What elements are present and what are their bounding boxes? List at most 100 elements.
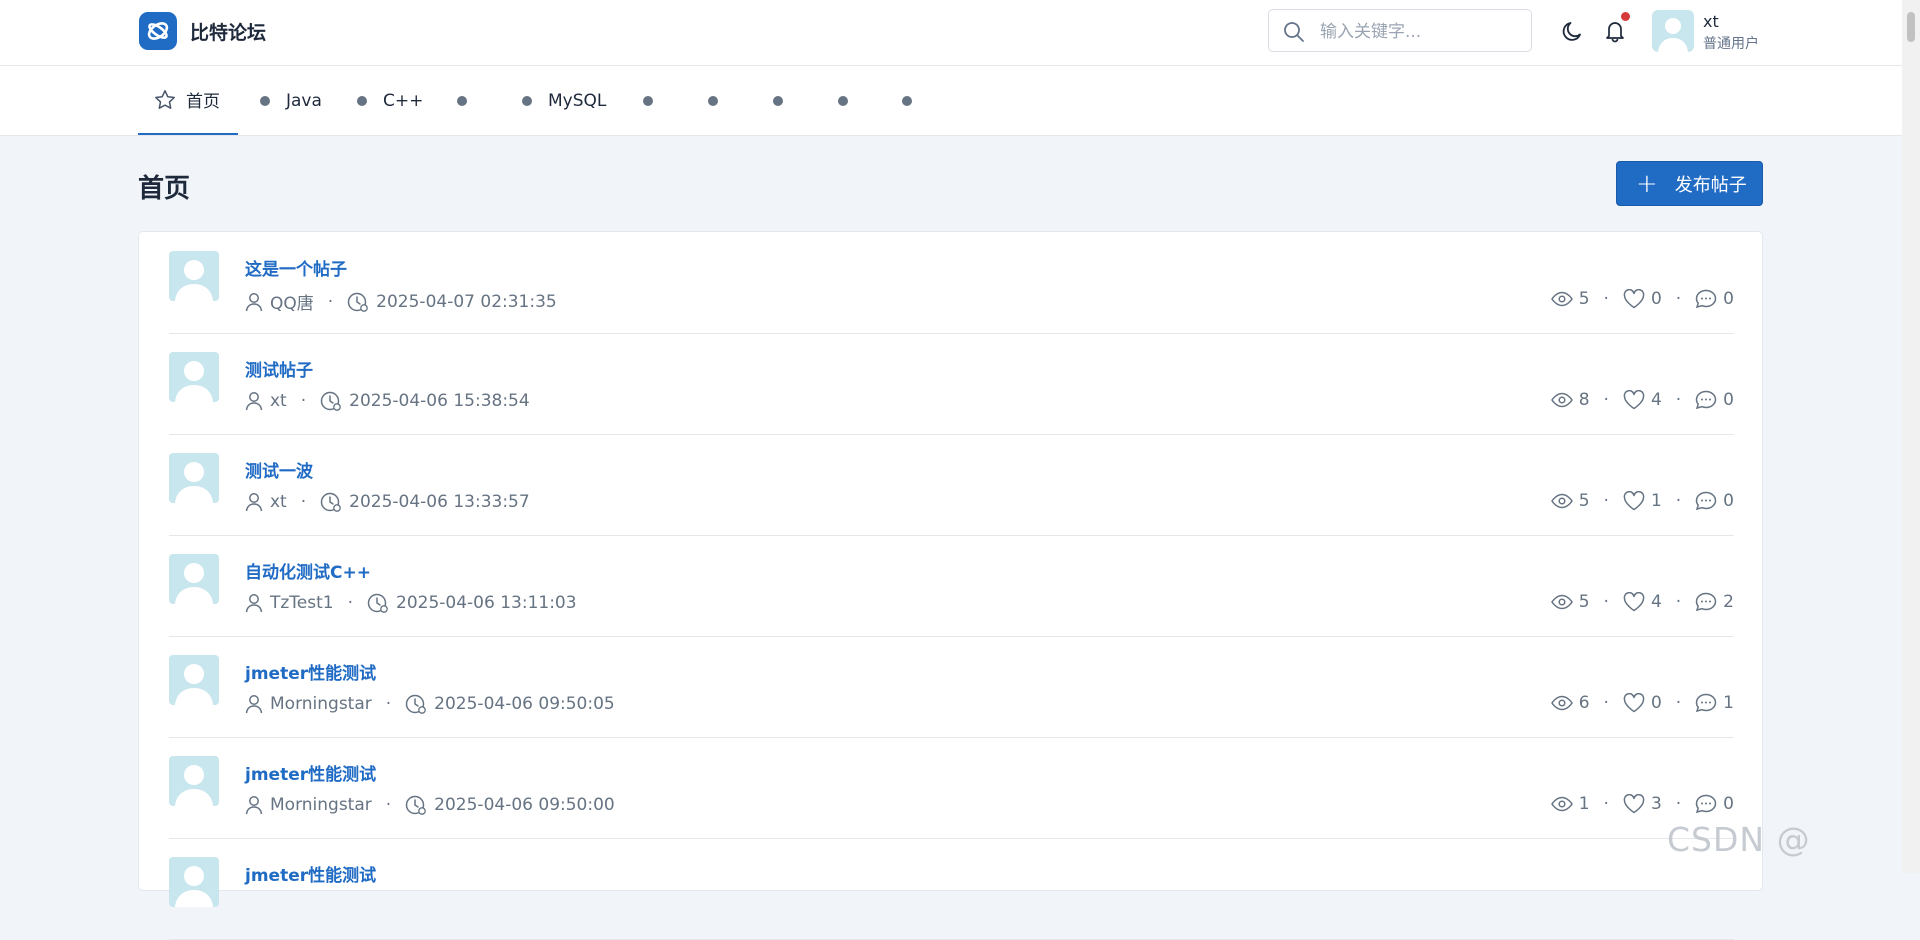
separator: ·: [300, 492, 307, 512]
nav-item-home[interactable]: 首页: [138, 66, 238, 135]
post-time: 2025-04-06 09:50:00: [434, 795, 615, 815]
avatar[interactable]: [169, 251, 219, 301]
user-icon: [245, 796, 263, 815]
dot-icon: [260, 95, 270, 106]
separator: ·: [1603, 693, 1609, 713]
post-row[interactable]: 自动化测试C++ TzTest1 · 2025-04-06 13:11:03 5 · 4 · 2: [169, 535, 1734, 637]
separator: ·: [1675, 491, 1682, 511]
view-count: 1: [1578, 794, 1590, 814]
scrollbar[interactable]: [1902, 0, 1920, 873]
user-name[interactable]: xt: [1703, 12, 1719, 31]
post-row[interactable]: 测试帖子 xt · 2025-04-06 15:38:54 8 · 4 · 0: [169, 333, 1734, 435]
heart-icon: [1623, 592, 1645, 612]
user-icon: [245, 392, 263, 411]
bell-icon[interactable]: [1602, 18, 1628, 44]
like-count: 0: [1650, 289, 1662, 309]
post-author[interactable]: Morningstar: [270, 694, 372, 714]
like-count: 1: [1650, 491, 1662, 511]
nav-item-blank-4[interactable]: [773, 66, 799, 135]
separator: ·: [347, 593, 354, 613]
heart-icon: [1623, 794, 1645, 814]
post-stats: 5 · 0 · 0: [1550, 289, 1734, 309]
nav-item-blank-6[interactable]: [902, 66, 928, 135]
comment-icon: [1695, 390, 1717, 410]
user-icon: [245, 292, 263, 311]
comment-icon: [1695, 289, 1717, 309]
post-row[interactable]: jmeter性能测试 Morningstar · 2025-04-06 09:50:0…: [169, 737, 1734, 839]
comment-icon: [1695, 491, 1717, 511]
like-count: 4: [1650, 390, 1662, 410]
post-author[interactable]: QQ唐: [270, 289, 314, 314]
plus-icon: +: [1636, 168, 1658, 199]
post-author[interactable]: TzTest1: [270, 593, 334, 613]
clock-icon: [367, 593, 388, 613]
dot-icon: [643, 95, 653, 106]
nav-item-blank-3[interactable]: [708, 66, 734, 135]
nav-item-blank-2[interactable]: [643, 66, 669, 135]
post-author[interactable]: xt: [270, 492, 287, 512]
post-title[interactable]: 测试帖子: [245, 356, 313, 381]
watermark: CSDN @: [1667, 820, 1811, 859]
post-row[interactable]: jmeter性能测试 Morningstar · 2025-04-06 09:50:0…: [169, 636, 1734, 738]
post-row[interactable]: jmeter性能测试···: [169, 838, 1734, 940]
post-stats: 6 · 0 · 1: [1550, 693, 1734, 713]
post-stats: 8 · 4 · 0: [1550, 390, 1734, 410]
logo-icon[interactable]: [139, 12, 177, 50]
comment-count: 0: [1723, 390, 1734, 410]
post-meta: xt · 2025-04-06 13:33:57: [245, 491, 530, 513]
nav-item-mysql[interactable]: MySQL: [522, 66, 606, 135]
clock-icon: [320, 492, 341, 512]
avatar[interactable]: [169, 554, 219, 604]
post-title[interactable]: 自动化测试C++: [245, 558, 371, 583]
post-author[interactable]: Morningstar: [270, 795, 372, 815]
page-title: 首页: [138, 174, 191, 204]
moon-icon[interactable]: [1560, 18, 1586, 44]
avatar[interactable]: [169, 655, 219, 705]
post-time: 2025-04-06 13:11:03: [396, 593, 577, 613]
comment-count: 0: [1723, 491, 1734, 511]
post-title[interactable]: 测试一波: [245, 457, 313, 482]
notification-badge: [1621, 12, 1630, 21]
avatar[interactable]: [169, 352, 219, 402]
post-author[interactable]: xt: [270, 391, 287, 411]
comment-count: 2: [1723, 592, 1734, 612]
post-meta: Morningstar · 2025-04-06 09:50:00: [245, 794, 615, 816]
post-title[interactable]: 这是一个帖子: [245, 255, 347, 280]
like-count: 0: [1650, 693, 1662, 713]
separator: ·: [1603, 289, 1609, 309]
comment-count: 0: [1723, 794, 1734, 814]
nav-item-java[interactable]: Java: [260, 66, 322, 135]
separator: ·: [385, 795, 392, 815]
user-icon: [245, 695, 263, 714]
avatar[interactable]: [169, 756, 219, 806]
separator: ·: [327, 291, 334, 312]
brand-name[interactable]: 比特论坛: [190, 18, 266, 45]
post-title[interactable]: jmeter性能测试: [245, 760, 376, 785]
nav-home-label: 首页: [186, 92, 220, 112]
view-count: 5: [1578, 592, 1590, 612]
nav-item-blank-1[interactable]: [457, 66, 483, 135]
post-row[interactable]: 这是一个帖子 QQ唐 · 2025-04-07 02:31:35 5 · 0 · 0: [169, 232, 1734, 334]
user-role: 普通用户: [1703, 36, 1759, 52]
scrollbar-thumb[interactable]: [1907, 12, 1915, 42]
avatar[interactable]: [169, 453, 219, 503]
like-count: 4: [1650, 592, 1662, 612]
category-nav: 首页 Java C++ MySQL: [0, 66, 1902, 136]
search-input[interactable]: [1318, 19, 1522, 45]
post-stats: 5 · 4 · 2: [1550, 592, 1734, 612]
eye-icon: [1550, 796, 1573, 812]
heart-icon: [1623, 289, 1645, 309]
view-count: 8: [1578, 390, 1590, 410]
avatar[interactable]: [169, 857, 219, 907]
clock-icon: [320, 391, 341, 411]
post-title[interactable]: jmeter性能测试: [245, 861, 376, 886]
post-title[interactable]: jmeter性能测试: [245, 659, 376, 684]
avatar[interactable]: [1652, 10, 1694, 52]
eye-icon: [1550, 695, 1573, 711]
eye-icon: [1550, 392, 1573, 408]
nav-item-cpp[interactable]: C++: [357, 66, 423, 135]
search-box[interactable]: [1268, 9, 1532, 52]
nav-item-blank-5[interactable]: [838, 66, 864, 135]
new-post-button[interactable]: + 发布帖子: [1616, 161, 1763, 206]
post-row[interactable]: 测试一波 xt · 2025-04-06 13:33:57 5 · 1 · 0: [169, 434, 1734, 536]
